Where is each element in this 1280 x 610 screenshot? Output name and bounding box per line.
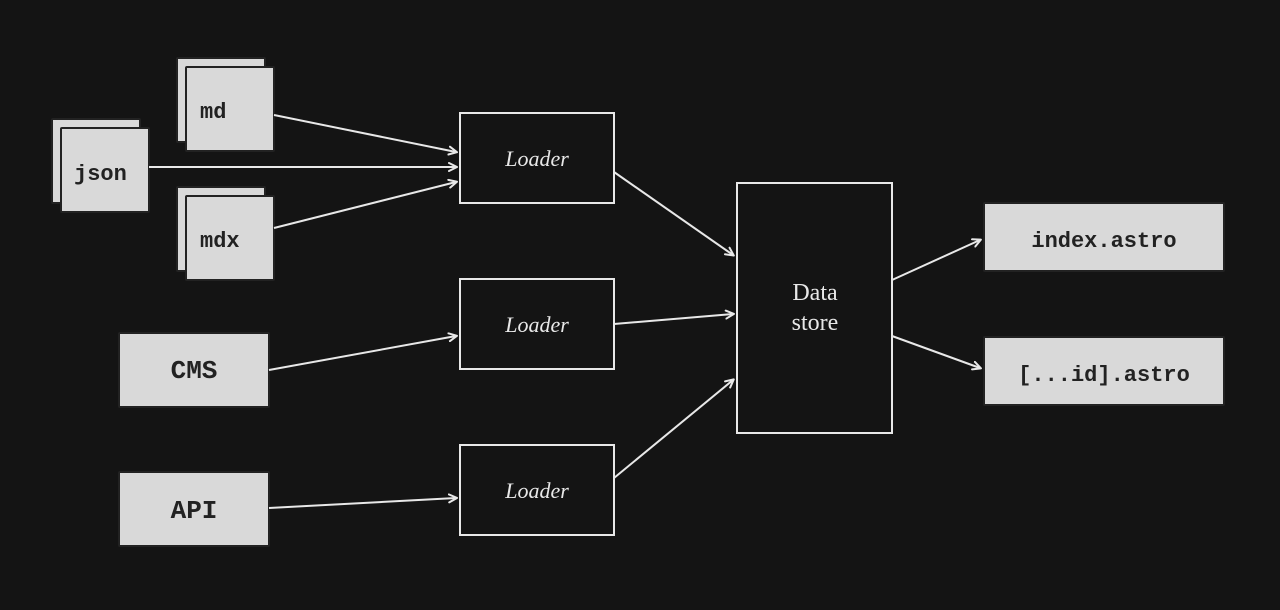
loader-c-label: Loader — [504, 478, 569, 503]
source-mdx-label: mdx — [200, 229, 240, 254]
source-md: md — [177, 58, 274, 151]
loader-b: Loader — [460, 279, 614, 369]
loader-a-label: Loader — [504, 146, 569, 171]
arrow-loader-c-to-store — [614, 380, 733, 478]
loader-c: Loader — [460, 445, 614, 535]
source-md-label: md — [200, 100, 226, 125]
arrow-loader-a-to-store — [614, 172, 733, 255]
source-json-label: json — [74, 162, 127, 187]
source-cms: CMS — [119, 333, 269, 407]
arrow-loader-b-to-store — [614, 314, 733, 324]
source-cms-label: CMS — [171, 356, 218, 386]
arrow-mdx-to-loader-a — [274, 182, 456, 228]
arrow-md-to-loader-a — [274, 115, 456, 152]
arrow-cms-to-loader-b — [269, 336, 456, 370]
data-store-label-1: Data — [792, 280, 838, 306]
page-index: index.astro — [984, 203, 1224, 271]
data-store-label-2: store — [792, 310, 839, 336]
data-store: Data store — [737, 183, 892, 433]
source-mdx: mdx — [177, 187, 274, 280]
arrow-store-to-index — [892, 240, 980, 280]
source-api: API — [119, 472, 269, 546]
arrow-api-to-loader-c — [269, 498, 456, 508]
page-index-label: index.astro — [1031, 229, 1176, 254]
loader-a: Loader — [460, 113, 614, 203]
loader-b-label: Loader — [504, 312, 569, 337]
page-id: [...id].astro — [984, 337, 1224, 405]
arrow-store-to-id — [892, 336, 980, 368]
source-json: json — [52, 119, 149, 212]
page-id-label: [...id].astro — [1018, 363, 1190, 388]
source-api-label: API — [171, 496, 218, 526]
